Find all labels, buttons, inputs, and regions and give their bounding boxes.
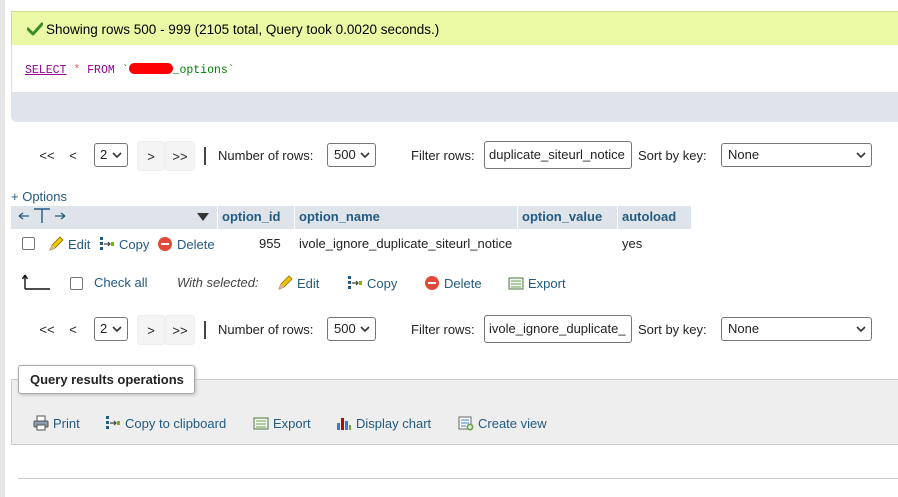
delete-icon bbox=[425, 276, 439, 290]
column-header-actions bbox=[11, 206, 217, 229]
cell-option-id[interactable]: 955 bbox=[259, 236, 281, 251]
sql-toolbar-band bbox=[11, 92, 898, 122]
last-page-button[interactable]: >> bbox=[165, 141, 195, 171]
bottom-divider bbox=[18, 478, 898, 479]
bar-chart-icon bbox=[337, 418, 351, 430]
create-view-icon bbox=[458, 416, 474, 431]
bulk-export-button[interactable]: Export bbox=[508, 275, 566, 291]
copy-to-clipboard-button[interactable]: Copy to clipboard bbox=[105, 415, 226, 431]
nav-separator bbox=[204, 147, 206, 165]
arrows-icon[interactable] bbox=[17, 207, 67, 225]
sort-label: Sort by key: bbox=[638, 322, 707, 337]
sort-label: Sort by key: bbox=[638, 148, 707, 163]
chevron-down-icon bbox=[360, 326, 370, 333]
sort-triangle-icon[interactable] bbox=[197, 212, 209, 222]
column-header-option-id[interactable]: option_id bbox=[218, 206, 294, 229]
sql-table-name: ` _options` bbox=[121, 63, 235, 77]
cell-autoload[interactable]: yes bbox=[622, 236, 642, 251]
page-select[interactable]: 2 bbox=[94, 143, 128, 167]
row-edit-button[interactable]: Edit bbox=[48, 236, 90, 252]
bulk-delete-button[interactable]: Delete bbox=[424, 275, 482, 291]
check-all-label[interactable]: Check all bbox=[94, 275, 147, 290]
chevron-down-icon bbox=[112, 326, 122, 333]
success-text: Showing rows 500 - 999 (2105 total, Quer… bbox=[46, 22, 440, 37]
sql-select-keyword[interactable]: SELECT bbox=[25, 64, 66, 77]
filter-label: Filter rows: bbox=[411, 322, 475, 337]
chevron-down-icon bbox=[856, 326, 866, 333]
chevron-down-icon bbox=[856, 152, 866, 159]
query-results-operations-title: Query results operations bbox=[18, 365, 195, 394]
filter-label: Filter rows: bbox=[411, 148, 475, 163]
delete-icon bbox=[158, 237, 172, 251]
first-page-button[interactable]: << bbox=[33, 141, 61, 171]
success-message: Showing rows 500 - 999 (2105 total, Quer… bbox=[11, 11, 898, 45]
bulk-copy-button[interactable]: Copy bbox=[347, 275, 397, 291]
sort-select[interactable]: None bbox=[721, 317, 872, 341]
export-icon bbox=[508, 277, 524, 290]
row-checkbox[interactable] bbox=[22, 237, 35, 250]
chevron-down-icon bbox=[112, 152, 122, 159]
filter-input[interactable]: ivole_ignore_duplicate_ bbox=[484, 315, 632, 343]
copy-icon bbox=[348, 276, 362, 289]
pencil-icon bbox=[49, 236, 64, 251]
column-header-option-name[interactable]: option_name bbox=[295, 206, 517, 229]
row-delete-button[interactable]: Delete bbox=[157, 236, 215, 252]
sql-star: * bbox=[73, 64, 81, 77]
create-view-button[interactable]: Create view bbox=[458, 415, 547, 431]
column-header-autoload[interactable]: autoload bbox=[618, 206, 691, 229]
page-select[interactable]: 2 bbox=[94, 317, 128, 341]
sql-query-box[interactable]: SELECT * FROM ` _options` bbox=[11, 45, 898, 92]
sql-from-keyword: FROM bbox=[87, 64, 115, 77]
prev-page-button[interactable]: < bbox=[62, 315, 84, 345]
options-link[interactable]: + Options bbox=[11, 189, 67, 204]
pencil-icon bbox=[278, 275, 293, 290]
copy-icon bbox=[106, 416, 120, 429]
next-page-button[interactable]: > bbox=[137, 315, 165, 345]
export-button[interactable]: Export bbox=[253, 415, 311, 431]
filter-input[interactable]: duplicate_siteurl_notice bbox=[484, 141, 632, 169]
row-copy-button[interactable]: Copy bbox=[99, 236, 149, 252]
check-all-checkbox[interactable] bbox=[70, 277, 83, 290]
nav-separator bbox=[204, 321, 206, 339]
prev-page-button[interactable]: < bbox=[62, 141, 84, 171]
left-border bbox=[0, 0, 5, 497]
rows-label: Number of rows: bbox=[218, 148, 314, 163]
with-selected-label: With selected: bbox=[177, 275, 259, 290]
bulk-edit-button[interactable]: Edit bbox=[277, 275, 319, 291]
display-chart-button[interactable]: Display chart bbox=[336, 415, 431, 431]
last-page-button[interactable]: >> bbox=[165, 315, 195, 345]
export-icon bbox=[253, 417, 269, 430]
rows-label: Number of rows: bbox=[218, 322, 314, 337]
first-page-button[interactable]: << bbox=[33, 315, 61, 345]
redaction-mark bbox=[128, 63, 173, 74]
chevron-down-icon bbox=[360, 152, 370, 159]
rows-select[interactable]: 500 bbox=[327, 317, 376, 341]
copy-icon bbox=[100, 237, 114, 250]
check-icon bbox=[27, 22, 43, 36]
cell-option-name[interactable]: ivole_ignore_duplicate_siteurl_notice bbox=[299, 236, 512, 251]
sql-query: SELECT * FROM ` _options` bbox=[25, 63, 235, 77]
print-button[interactable]: Print bbox=[33, 415, 80, 431]
printer-icon bbox=[33, 415, 49, 431]
next-page-button[interactable]: > bbox=[137, 141, 165, 171]
arrow-up-left-icon bbox=[22, 274, 50, 290]
sort-select[interactable]: None bbox=[721, 143, 872, 167]
rows-select[interactable]: 500 bbox=[327, 143, 376, 167]
column-header-option-value[interactable]: option_value bbox=[518, 206, 617, 229]
